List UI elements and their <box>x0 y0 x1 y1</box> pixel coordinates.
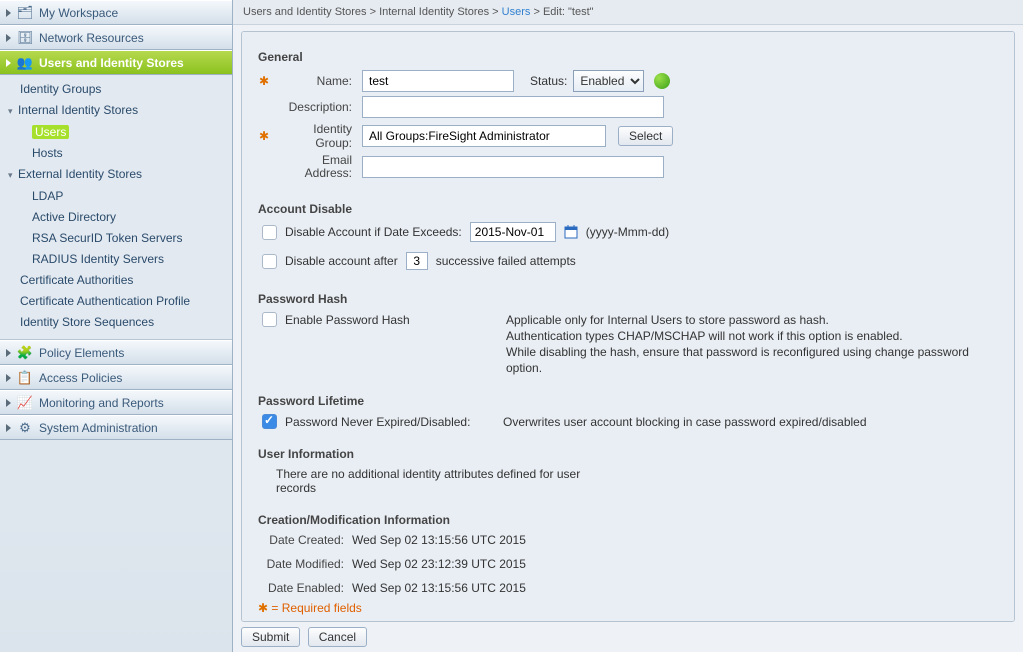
disable-date-input[interactable] <box>470 222 556 242</box>
section-password-lifetime: Password Lifetime <box>258 394 998 408</box>
password-never-expired-checkbox[interactable] <box>262 414 277 429</box>
chevron-right-icon <box>6 34 11 42</box>
policy-icon: 🧩 <box>17 345 33 361</box>
disable-if-date-checkbox[interactable] <box>262 225 277 240</box>
chevron-right-icon <box>6 59 11 67</box>
tree-cert-authorities[interactable]: Certificate Authorities <box>0 270 232 291</box>
footer: Submit Cancel <box>233 622 1023 652</box>
main-panel: Users and Identity Stores > Internal Ide… <box>233 0 1023 652</box>
tree-internal-identity-stores[interactable]: Internal Identity Stores <box>0 100 232 122</box>
email-label: Email Address: <box>276 154 356 180</box>
status-enabled-icon <box>654 73 670 89</box>
date-modified-value: Wed Sep 02 23:12:39 UTC 2015 <box>352 557 998 571</box>
nav-users-identity-stores[interactable]: 👥 Users and Identity Stores <box>0 50 232 75</box>
section-general: General <box>258 50 998 64</box>
nav-system-admin[interactable]: ⚙ System Administration <box>0 415 232 440</box>
clipboard-icon: 📋 <box>17 370 33 386</box>
password-lifetime-note: Overwrites user account blocking in case… <box>503 415 867 429</box>
identity-group-input[interactable] <box>362 125 606 147</box>
disable-if-date-label: Disable Account if Date Exceeds: <box>285 225 462 239</box>
disable-after-label-a: Disable account after <box>285 254 398 268</box>
tree-cert-auth-profile[interactable]: Certificate Authentication Profile <box>0 291 232 312</box>
nav-label: System Administration <box>39 421 158 435</box>
chevron-right-icon <box>6 424 11 432</box>
breadcrumb-item[interactable]: Users and Identity Stores <box>243 6 367 18</box>
section-account-disable: Account Disable <box>258 202 998 216</box>
sidebar-tree: Identity Groups Internal Identity Stores… <box>0 75 232 340</box>
tree-ldap[interactable]: LDAP <box>0 186 232 207</box>
description-input[interactable] <box>362 96 664 118</box>
select-identity-group-button[interactable]: Select <box>618 126 673 146</box>
date-format-hint: (yyyy-Mmm-dd) <box>586 225 669 239</box>
database-icon: 🗄 <box>17 30 33 46</box>
breadcrumb: Users and Identity Stores > Internal Ide… <box>233 0 1023 25</box>
breadcrumb-current: Edit: "test" <box>543 6 594 18</box>
nav-label: Users and Identity Stores <box>39 56 184 70</box>
identity-group-label: Identity Group: <box>276 122 356 150</box>
cancel-button[interactable]: Cancel <box>308 627 367 647</box>
chart-icon: 📈 <box>17 395 33 411</box>
required-icon: ✱ <box>258 129 270 143</box>
enable-password-hash-checkbox[interactable] <box>262 312 277 327</box>
required-icon: ✱ <box>258 74 270 88</box>
chevron-right-icon <box>6 9 11 17</box>
chevron-right-icon <box>6 399 11 407</box>
required-icon: ✱ <box>258 601 268 615</box>
password-never-expired-label: Password Never Expired/Disabled: <box>285 415 495 429</box>
date-enabled-value: Wed Sep 02 13:15:56 UTC 2015 <box>352 581 998 595</box>
breadcrumb-item-users[interactable]: Users <box>502 6 531 18</box>
nav-access-policies[interactable]: 📋 Access Policies <box>0 365 232 390</box>
user-information-note: There are no additional identity attribu… <box>258 467 598 495</box>
tree-hosts[interactable]: Hosts <box>0 143 232 164</box>
email-input[interactable] <box>362 156 664 178</box>
tree-identity-groups[interactable]: Identity Groups <box>0 79 232 100</box>
status-select[interactable]: Enabled <box>573 70 644 92</box>
date-created-label: Date Created: <box>258 533 352 547</box>
tree-identity-store-sequences[interactable]: Identity Store Sequences <box>0 312 232 333</box>
calendar-icon[interactable] <box>564 225 578 239</box>
nav-label: Policy Elements <box>39 346 124 360</box>
nav-label: My Workspace <box>39 6 118 20</box>
chevron-right-icon <box>6 374 11 382</box>
tree-rsa[interactable]: RSA SecurID Token Servers <box>0 228 232 249</box>
chevron-right-icon <box>6 349 11 357</box>
required-fields-note: ✱ = Required fields <box>258 601 998 615</box>
disable-after-label-b: successive failed attempts <box>436 254 576 268</box>
tree-active-directory[interactable]: Active Directory <box>0 207 232 228</box>
date-modified-label: Date Modified: <box>258 557 352 571</box>
nav-label: Access Policies <box>39 371 122 385</box>
date-created-value: Wed Sep 02 13:15:56 UTC 2015 <box>352 533 998 547</box>
nav-label: Monitoring and Reports <box>39 396 164 410</box>
workspace-icon: 🗂 <box>17 5 33 21</box>
users-icon: 👥 <box>17 55 33 71</box>
gear-icon: ⚙ <box>17 420 33 436</box>
disable-after-attempts-checkbox[interactable] <box>262 254 277 269</box>
tree-external-identity-stores[interactable]: External Identity Stores <box>0 164 232 186</box>
section-user-information: User Information <box>258 447 998 461</box>
nav-network-resources[interactable]: 🗄 Network Resources <box>0 25 232 50</box>
nav-policy-elements[interactable]: 🧩 Policy Elements <box>0 340 232 365</box>
description-label: Description: <box>276 100 356 114</box>
section-creation-modification: Creation/Modification Information <box>258 513 998 527</box>
nav-my-workspace[interactable]: 🗂 My Workspace <box>0 0 232 25</box>
enable-password-hash-label: Enable Password Hash <box>285 313 410 327</box>
section-password-hash: Password Hash <box>258 292 998 306</box>
sidebar: 🗂 My Workspace 🗄 Network Resources 👥 Use… <box>0 0 233 652</box>
tree-radius[interactable]: RADIUS Identity Servers <box>0 249 232 270</box>
password-hash-note: Applicable only for Internal Users to st… <box>506 312 998 376</box>
name-label: Name: <box>276 74 356 88</box>
status-label: Status: <box>530 74 567 88</box>
name-input[interactable] <box>362 70 514 92</box>
failed-attempts-input[interactable] <box>406 252 428 270</box>
nav-label: Network Resources <box>39 31 144 45</box>
tree-users[interactable]: Users <box>0 122 232 143</box>
nav-monitoring[interactable]: 📈 Monitoring and Reports <box>0 390 232 415</box>
submit-button[interactable]: Submit <box>241 627 300 647</box>
content: General ✱ Name: Status: Enabled Descript… <box>241 31 1015 622</box>
date-enabled-label: Date Enabled: <box>258 581 352 595</box>
breadcrumb-item[interactable]: Internal Identity Stores <box>379 6 489 18</box>
